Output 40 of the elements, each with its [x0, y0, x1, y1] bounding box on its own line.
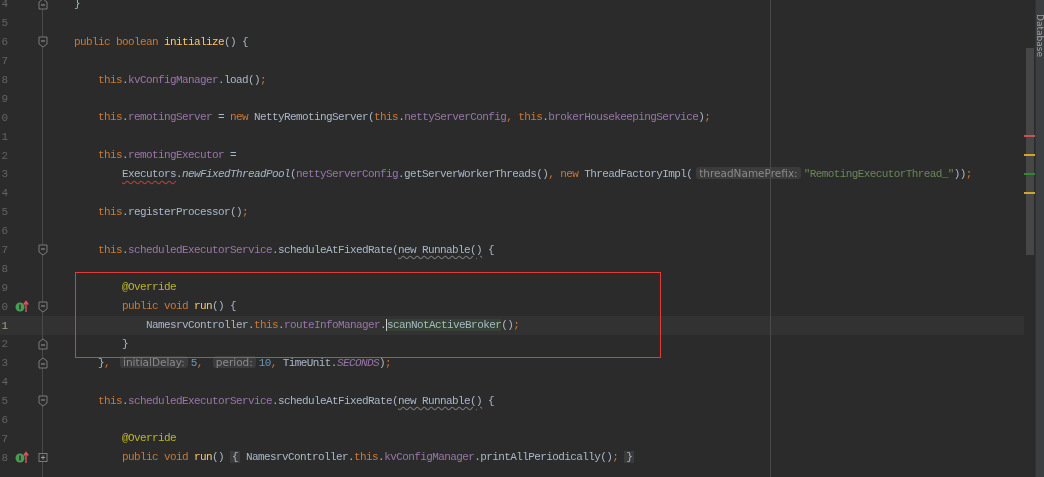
code-line: }, initialDelay: 5, period: 10, TimeUnit.SECONDS);: [98, 355, 391, 372]
code-line: public void run() { NamesrvController.this.kvConfigManager.printAllPeriodically(); }: [122, 450, 635, 466]
line-number: 7: [0, 243, 8, 257]
code-line: public void run() {: [122, 299, 237, 315]
line-number: 3: [0, 167, 8, 182]
scrollbar-thumb[interactable]: [1026, 48, 1034, 255]
stripe-marker[interactable]: [1024, 173, 1035, 175]
fold-icon[interactable]: [38, 36, 48, 49]
code-line: @Override: [122, 280, 176, 296]
stripe-marker[interactable]: [1024, 192, 1035, 194]
stripe-marker[interactable]: [1024, 135, 1035, 137]
code-line: Executors.newFixedThreadPool(nettyServerConfig.getServerWorkerThreads(), new ThreadFactoryImpl( threadNamePrefix: "RemotingExecutorThread_"));: [122, 166, 972, 183]
override-icon[interactable]: [15, 451, 29, 465]
code-line: NamesrvController.this.routeInfoManager.scanNotActiveBroker();: [146, 318, 520, 334]
code-line: }: [74, 0, 80, 12]
line-number: 7: [0, 54, 8, 69]
code-line: }: [122, 336, 128, 352]
fold-icon[interactable]: [38, 451, 48, 464]
code-line: this.registerProcessor();: [98, 204, 249, 220]
fold-icon[interactable]: [38, 244, 48, 256]
fold-icon[interactable]: [38, 300, 48, 313]
code-line: @Override: [122, 431, 176, 447]
line-number: 4: [0, 0, 8, 12]
fold-icon[interactable]: [38, 357, 48, 370]
code-line: this.scheduledExecutorService.scheduleAtFixedRate(new Runnable() {: [98, 393, 495, 409]
code-line: this.remotingExecutor =: [98, 148, 237, 164]
line-number: 4: [0, 186, 8, 201]
code-line: public boolean initialize() {: [74, 34, 249, 50]
code-line: this.kvConfigManager.load();: [98, 72, 267, 88]
line-number: 3: [0, 356, 8, 371]
stripe-marker[interactable]: [1024, 154, 1035, 156]
code-line: this.scheduledExecutorService.scheduleAtFixedRate(new Runnable() {: [98, 242, 495, 258]
line-number: 1: [0, 318, 8, 333]
code-line: this.remotingServer = new NettyRemotingServer(this.nettyServerConfig, this.brokerHousekeepingService);: [98, 110, 711, 126]
line-number: 7: [0, 431, 8, 446]
fold-icon[interactable]: [38, 338, 48, 351]
line-number: 4: [0, 375, 8, 390]
fold-icon[interactable]: [38, 0, 48, 11]
fold-icon[interactable]: [38, 395, 48, 408]
override-icon[interactable]: [15, 300, 29, 314]
